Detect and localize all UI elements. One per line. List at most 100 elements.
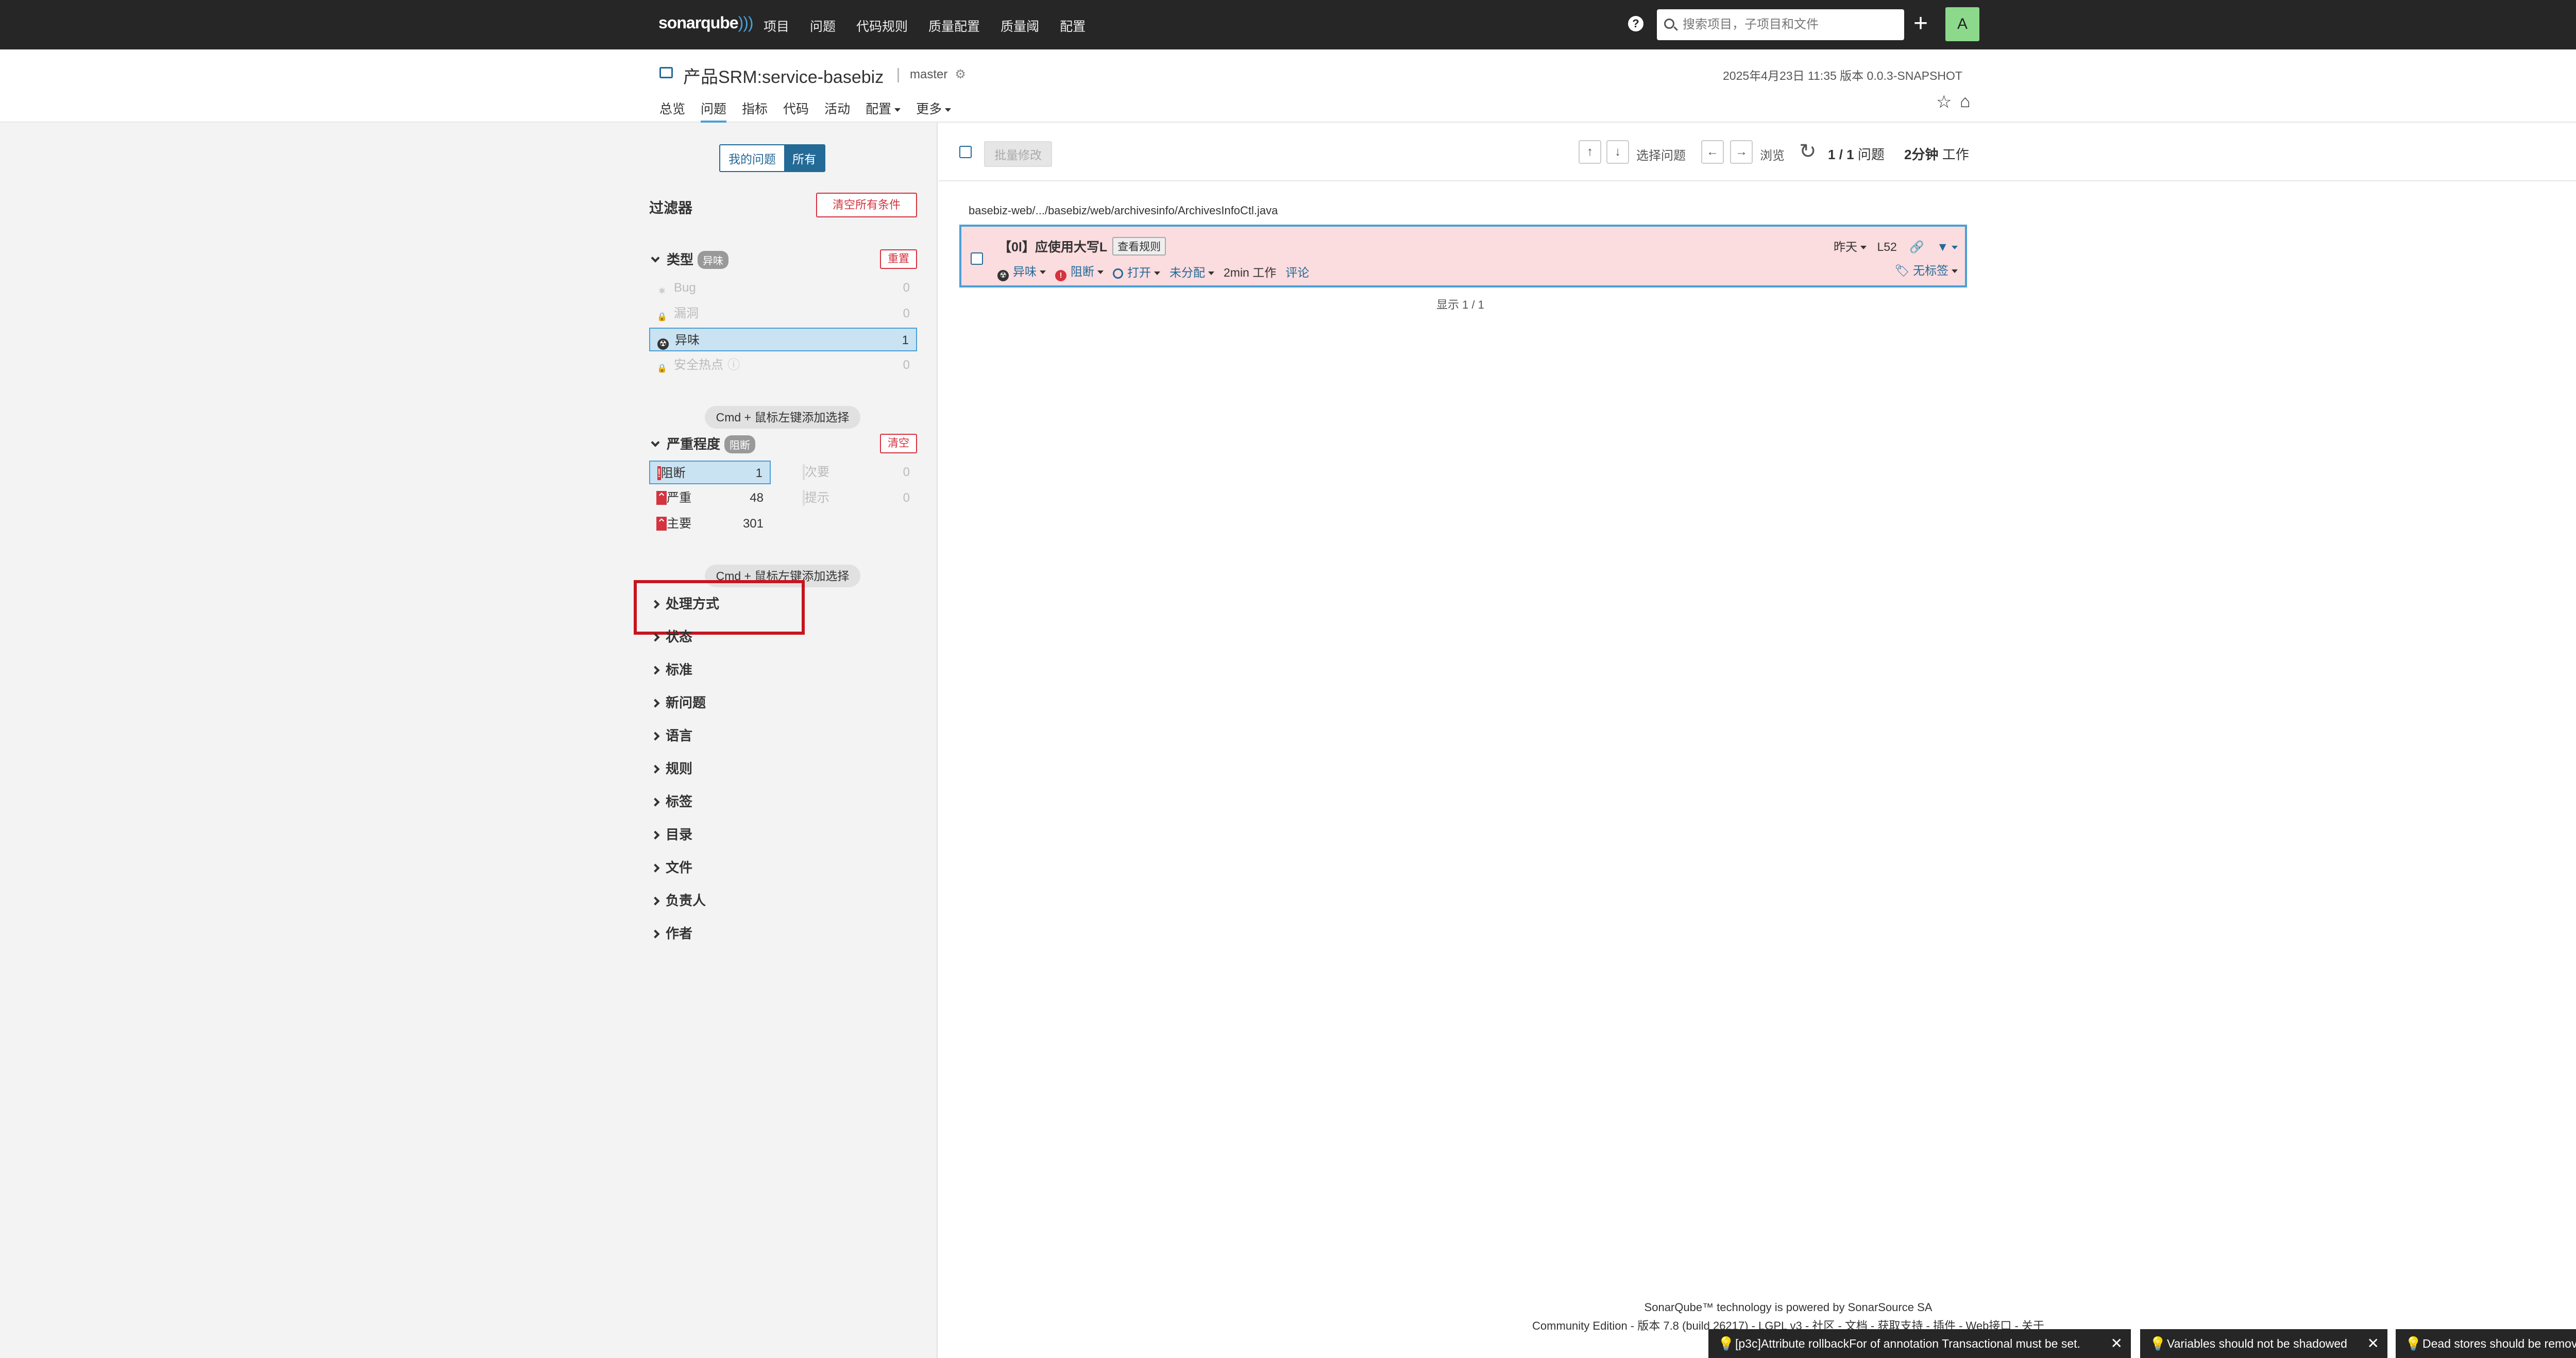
nav-issues[interactable]: 问题 bbox=[810, 16, 836, 35]
all-issues-button[interactable]: 所有 bbox=[784, 145, 824, 171]
facet-item-count: 0 bbox=[903, 491, 910, 505]
tab-more[interactable]: 更多 bbox=[916, 99, 952, 123]
avatar[interactable]: A bbox=[1945, 7, 1979, 41]
tab-configuration[interactable]: 配置 bbox=[866, 99, 901, 123]
facet-directories[interactable]: 目录 bbox=[651, 824, 692, 843]
link-icon[interactable]: 🔗 bbox=[1909, 240, 1924, 253]
issue-severity-dropdown[interactable]: ! 阻断 bbox=[1055, 262, 1104, 281]
tab-issues[interactable]: 问题 bbox=[701, 99, 727, 123]
issue-message[interactable]: 【0l】应使用大写L 查看规则 bbox=[998, 237, 1166, 256]
issue-checkbox[interactable] bbox=[971, 252, 983, 265]
facet-label: 作者 bbox=[666, 926, 693, 941]
home-icon[interactable]: ⌂ bbox=[1960, 92, 1971, 112]
toast-shadowed[interactable]: 💡 Variables should not be shadowed ✕ bbox=[2140, 1329, 2387, 1358]
facet-item-count: 301 bbox=[742, 517, 764, 531]
issue-tags-dropdown[interactable]: 🏷 无标签 bbox=[1894, 261, 1958, 278]
facet-type-header[interactable]: 类型 异味 bbox=[651, 249, 729, 269]
facet-new-issues[interactable]: 新问题 bbox=[651, 692, 706, 711]
nav-rules[interactable]: 代码规则 bbox=[856, 16, 908, 35]
issue-line[interactable]: L52 bbox=[1877, 240, 1896, 253]
help-icon[interactable]: ? bbox=[1628, 16, 1643, 31]
close-icon[interactable]: ✕ bbox=[2111, 1329, 2123, 1358]
lightbulb-icon: 💡 bbox=[1718, 1336, 1735, 1351]
facet-item-blocker[interactable]: !阻断 1 bbox=[649, 461, 771, 484]
facet-item-count: 1 bbox=[755, 466, 762, 480]
issue-assignee-dropdown[interactable]: 未分配 bbox=[1170, 263, 1214, 280]
toast-rollback[interactable]: 💡 [p3c]Attribute rollbackFor of annotati… bbox=[1708, 1329, 2131, 1358]
facet-item-info[interactable]: 提示 0 bbox=[795, 486, 917, 510]
facet-language[interactable]: 语言 bbox=[651, 725, 693, 744]
chevron-down-icon bbox=[1097, 270, 1104, 274]
facet-label: 语言 bbox=[666, 728, 693, 743]
bulk-change-button[interactable]: 批量修改 bbox=[984, 141, 1052, 167]
facet-item-critical[interactable]: ⌃严重 48 bbox=[649, 486, 771, 510]
reload-icon[interactable]: ↻ bbox=[1799, 140, 1817, 163]
facet-files[interactable]: 文件 bbox=[651, 857, 693, 876]
facet-item-label: 阻断 bbox=[660, 466, 686, 480]
facet-assignee[interactable]: 负责人 bbox=[651, 890, 706, 909]
view-rule-button[interactable]: 查看规则 bbox=[1112, 237, 1166, 256]
create-plus-icon[interactable]: + bbox=[1913, 8, 1928, 39]
close-icon[interactable]: ✕ bbox=[2367, 1329, 2379, 1358]
issue-file-path[interactable]: basebiz-web/.../basebiz/web/archivesinfo… bbox=[969, 204, 1278, 217]
facet-label: 新问题 bbox=[666, 695, 706, 710]
issue-status-dropdown[interactable]: 打开 bbox=[1113, 263, 1160, 280]
clear-severity-button[interactable]: 清空 bbox=[880, 434, 917, 453]
tab-code[interactable]: 代码 bbox=[783, 99, 809, 123]
reset-type-button[interactable]: 重置 bbox=[880, 249, 917, 269]
facet-item-vulnerability[interactable]: 🔒 漏洞 0 bbox=[649, 302, 917, 326]
tab-activity[interactable]: 活动 bbox=[824, 99, 850, 123]
facet-author[interactable]: 作者 bbox=[651, 923, 693, 942]
facet-item-label: Bug bbox=[674, 281, 696, 295]
my-issues-button[interactable]: 我的问题 bbox=[720, 145, 784, 171]
facet-severity-header[interactable]: 严重程度 阻断 bbox=[651, 434, 756, 453]
issue-card[interactable]: 【0l】应使用大写L 查看规则 ☢ 异味 ! 阻断 打开 未分配 2min 工作 评论… bbox=[959, 225, 1967, 287]
project-tabs: 总览 问题 指标 代码 活动 配置 更多 bbox=[659, 99, 952, 123]
facet-item-security-hotspot[interactable]: 🔒 安全热点 ⓘ 0 bbox=[649, 353, 917, 377]
search-input[interactable]: 搜索项目，子项目和文件 bbox=[1657, 9, 1904, 40]
toast-message: [p3c]Attribute rollbackFor of annotation… bbox=[1735, 1337, 2080, 1350]
star-icon[interactable]: ☆ bbox=[1936, 92, 1952, 112]
select-all-checkbox[interactable] bbox=[959, 146, 972, 158]
facet-resolution[interactable]: 处理方式 bbox=[651, 593, 719, 613]
issue-date-dropdown[interactable]: 昨天 bbox=[1834, 240, 1867, 253]
facet-status[interactable]: 状态 bbox=[651, 626, 692, 646]
issue-type-dropdown[interactable]: ☢ 异味 bbox=[997, 262, 1046, 281]
critical-icon: ⌃ bbox=[656, 491, 667, 505]
nav-quality-gates[interactable]: 质量阈 bbox=[1001, 16, 1039, 35]
gear-icon[interactable]: ⚙ bbox=[955, 67, 966, 81]
facet-rules[interactable]: 规则 bbox=[651, 758, 692, 777]
filter-icon[interactable]: ▼ bbox=[1937, 240, 1958, 253]
facet-tags[interactable]: 标签 bbox=[651, 791, 692, 810]
footer-powered-by: SonarQube™ technology is powered by Sona… bbox=[1644, 1301, 1933, 1314]
tab-overview[interactable]: 总览 bbox=[659, 99, 685, 123]
chevron-down-icon bbox=[651, 438, 660, 447]
my-all-toggle: 我的问题 所有 bbox=[719, 144, 825, 172]
project-title[interactable]: 产品SRM:service-basebiz bbox=[683, 63, 884, 88]
nav-projects[interactable]: 项目 bbox=[764, 16, 789, 35]
chevron-down-icon bbox=[1952, 269, 1958, 273]
facet-standards[interactable]: 标准 bbox=[651, 659, 693, 678]
issue-assignee-label: 未分配 bbox=[1170, 266, 1205, 279]
facet-label: 文件 bbox=[666, 860, 693, 875]
chevron-right-icon bbox=[651, 732, 660, 741]
facet-item-major[interactable]: ⌃主要 301 bbox=[649, 512, 771, 536]
facet-item-code-smell[interactable]: ☢ 异味 1 bbox=[649, 328, 917, 351]
facet-item-bug[interactable]: ✱ Bug 0 bbox=[649, 276, 917, 300]
branch-selector[interactable]: master ⚙ bbox=[897, 67, 966, 82]
facet-item-minor[interactable]: 次要 0 bbox=[795, 461, 917, 484]
issue-date-label: 昨天 bbox=[1834, 240, 1858, 253]
chevron-right-icon bbox=[651, 633, 660, 642]
tab-measures[interactable]: 指标 bbox=[742, 99, 768, 123]
nav-administration[interactable]: 配置 bbox=[1060, 16, 1086, 35]
nav-quality-profiles[interactable]: 质量配置 bbox=[928, 16, 980, 35]
clear-all-filters-button[interactable]: 清空所有条件 bbox=[816, 193, 917, 217]
toast-dead-stores[interactable]: 💡 Dead stores should be removed ✕ bbox=[2396, 1329, 2576, 1358]
facet-item-label: 异味 bbox=[675, 333, 700, 347]
branch-name: master bbox=[910, 67, 948, 81]
sonarqube-logo[interactable]: sonarqube))) bbox=[658, 13, 754, 32]
facet-label: 标准 bbox=[666, 662, 693, 677]
issue-comment-link[interactable]: 评论 bbox=[1285, 263, 1309, 280]
chevron-down-icon bbox=[1154, 271, 1160, 275]
chevron-right-icon bbox=[651, 699, 660, 708]
